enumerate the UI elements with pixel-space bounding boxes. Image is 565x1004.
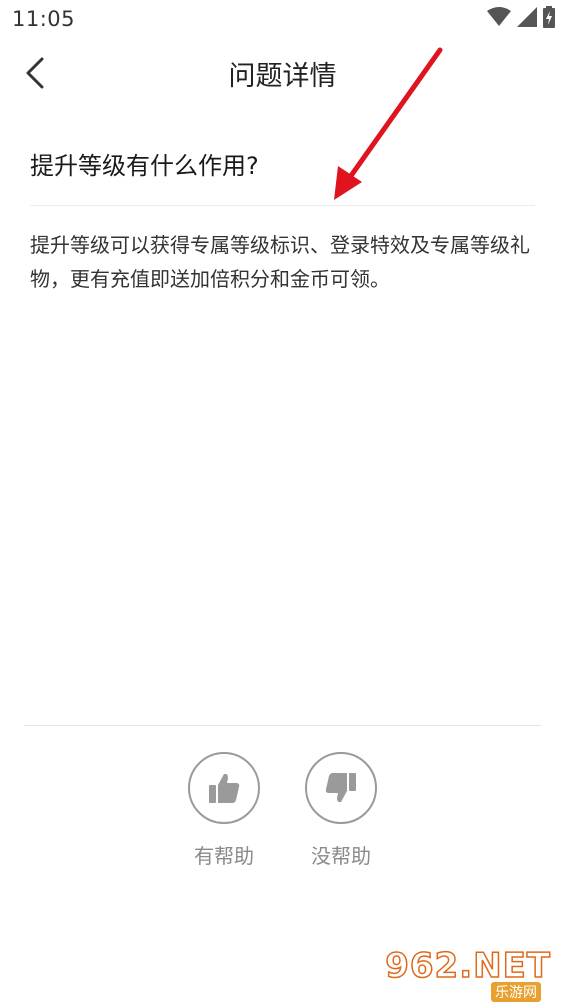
divider (30, 205, 535, 206)
signal-icon (517, 7, 537, 31)
question-title: 提升等级有什么作用? (30, 152, 259, 180)
answer-text: 提升等级可以获得专属等级标识、登录特效及专属等级礼物，更有充值即送加倍积分和金币… (30, 233, 530, 291)
thumbs-down-icon (325, 773, 356, 803)
thumbs-up-icon (209, 773, 240, 803)
status-time: 11:05 (12, 7, 76, 31)
unhelpful-circle (305, 752, 377, 824)
watermark-main: 962.NET (384, 945, 551, 987)
feedback-divider (24, 725, 541, 726)
helpful-button[interactable]: 有帮助 (174, 752, 274, 869)
helpful-circle (188, 752, 260, 824)
unhelpful-label: 没帮助 (311, 844, 371, 868)
helpful-label: 有帮助 (194, 844, 254, 868)
battery-icon (543, 6, 555, 32)
watermark-logo: 962.NET 乐游网 (384, 945, 557, 1002)
watermark-sub: 乐游网 (491, 982, 541, 1002)
wifi-icon (487, 7, 511, 31)
unhelpful-button[interactable]: 没帮助 (291, 752, 391, 869)
status-icons (487, 6, 555, 32)
page-title: 问题详情 (228, 61, 337, 92)
nav-bar: 问题详情 (0, 38, 565, 108)
status-bar: 11:05 (0, 0, 565, 38)
